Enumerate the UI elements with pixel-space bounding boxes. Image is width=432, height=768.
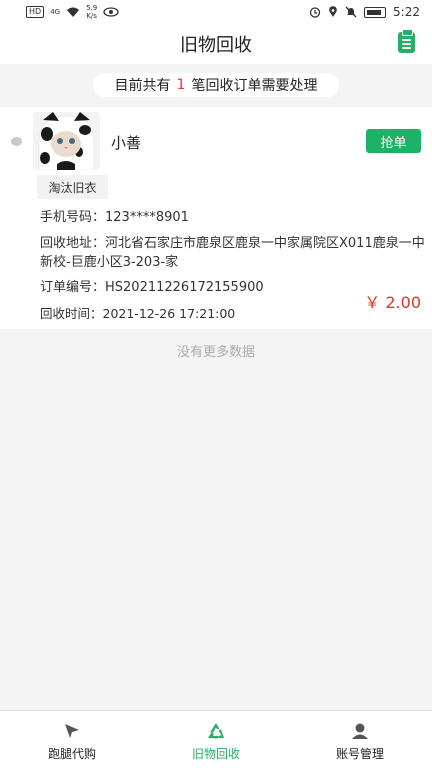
location-icon xyxy=(329,6,337,18)
mute-icon xyxy=(345,6,357,18)
nav-errand[interactable]: 跑腿代购 xyxy=(0,711,144,768)
alarm-icon xyxy=(309,7,321,18)
pending-count: 1 xyxy=(176,77,186,93)
nav-account-label: 账号管理 xyxy=(335,747,384,761)
wifi-icon xyxy=(67,7,80,17)
notice-suffix: 笔回收订单需要处理 xyxy=(191,78,318,94)
app-header: 旧物回收 xyxy=(0,24,432,64)
status-bar: HD 4G 5.9 K/s 5:22 xyxy=(0,0,432,24)
order-price: ￥ 2.00 xyxy=(364,293,421,312)
hd-indicator: HD xyxy=(26,6,45,18)
network-type: 4G xyxy=(50,8,61,16)
nav-errand-label: 跑腿代购 xyxy=(47,747,96,761)
pickup-address: 回收地址：河北省石家庄市鹿泉区鹿泉一中家属院区X011鹿泉一中新校-巨鹿小区3-… xyxy=(40,236,425,270)
select-radio[interactable] xyxy=(11,137,22,146)
grab-order-button[interactable]: 抢单 xyxy=(366,129,421,153)
cat-avatar-image xyxy=(33,112,100,170)
nav-account[interactable]: 账号管理 xyxy=(288,711,432,768)
page-title: 旧物回收 xyxy=(180,35,252,56)
bottom-nav: 跑腿代购 旧物回收 账号管理 xyxy=(0,710,432,768)
avatar xyxy=(33,112,100,170)
category-tag: 淘汰旧衣 xyxy=(37,175,108,199)
nav-recycle-label: 旧物回收 xyxy=(191,747,240,761)
notice-prefix: 目前共有 xyxy=(114,78,171,94)
recycle-icon xyxy=(205,721,227,741)
send-icon xyxy=(61,721,83,741)
clipboard-icon[interactable] xyxy=(398,29,415,53)
battery-icon xyxy=(364,6,387,18)
user-icon xyxy=(349,721,371,741)
phone-number: 手机号码：123****8901 xyxy=(40,210,189,225)
net-speed-unit: K/s xyxy=(86,12,97,20)
list-end-text: 没有更多数据 xyxy=(176,345,255,360)
net-speed: 5.9 xyxy=(86,4,98,12)
eye-icon xyxy=(103,7,119,17)
pending-orders-notice: 目前共有 1 笔回收订单需要处理 xyxy=(93,73,339,97)
customer-name: 小善 xyxy=(111,134,142,152)
order-number: 订单编号：HS20211226172155900 xyxy=(40,280,264,295)
pickup-time: 回收时间：2021-12-26 17:21:00 xyxy=(40,306,236,321)
clock: 5:22 xyxy=(393,5,420,19)
nav-recycle[interactable]: 旧物回收 xyxy=(144,711,288,768)
